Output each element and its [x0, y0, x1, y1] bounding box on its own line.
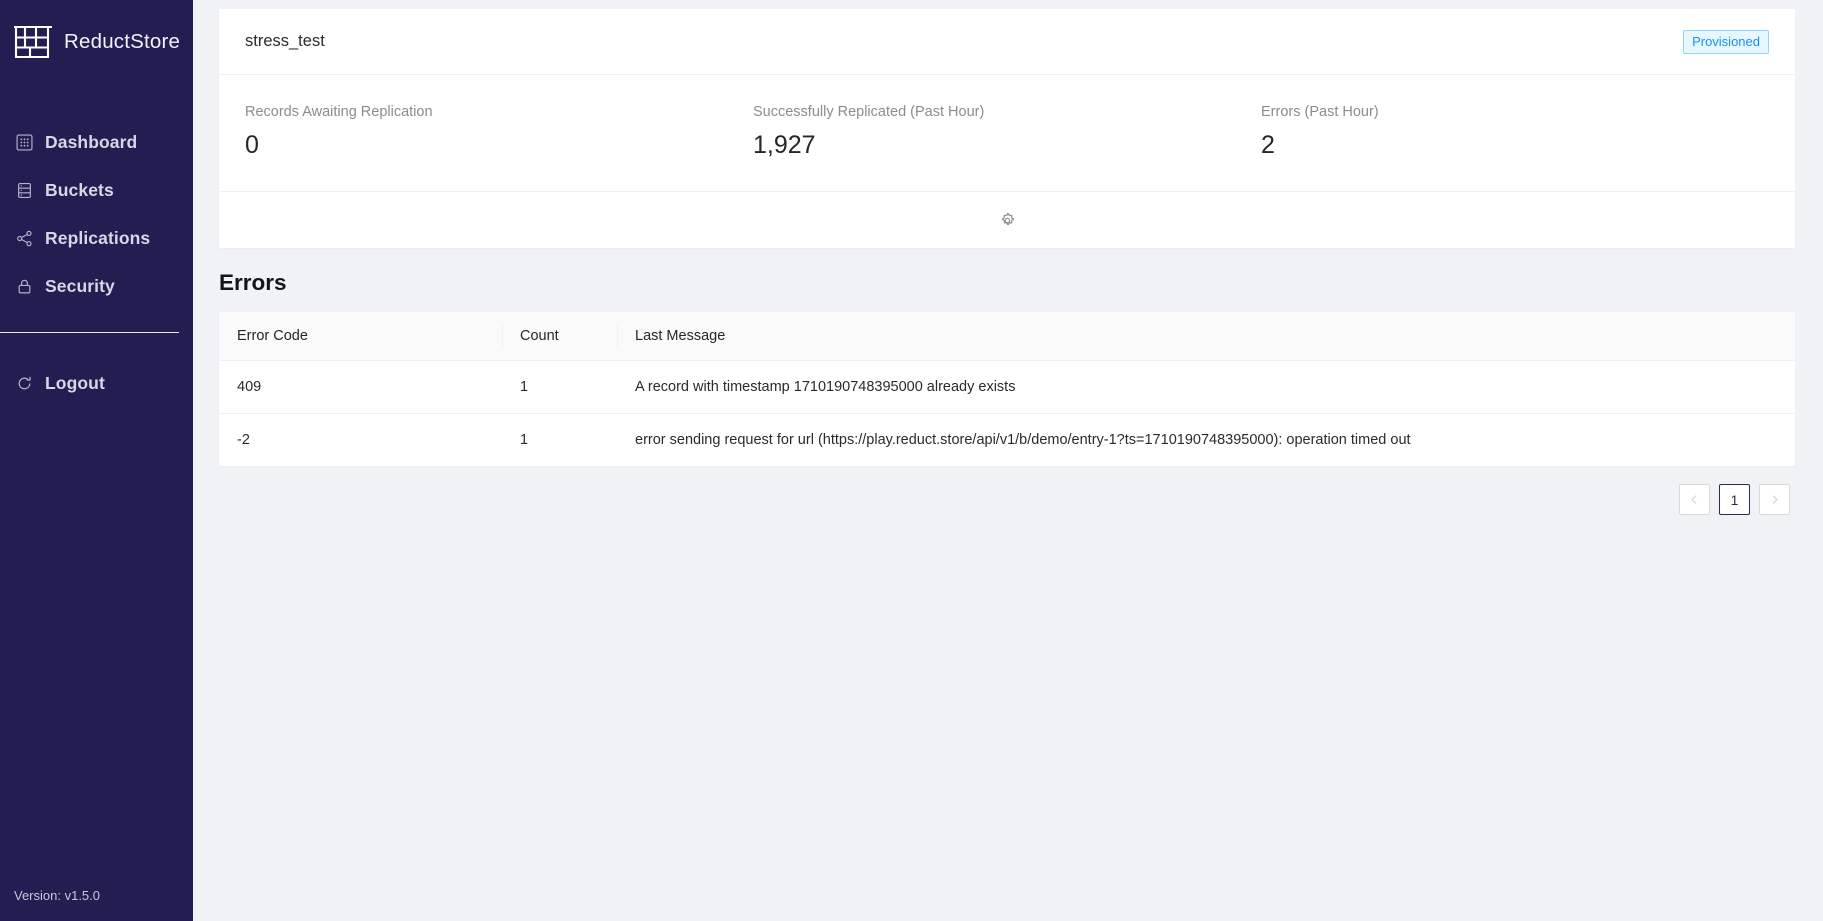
stat-errors-past-hour: Errors (Past Hour) 2 — [1261, 101, 1769, 161]
app-root: ReductStore Dashboard Buckets Replicatio… — [0, 0, 1823, 921]
share-nodes-icon — [16, 230, 33, 247]
table-row: 409 1 A record with timestamp 1710190748… — [219, 360, 1795, 414]
sidebar-divider — [0, 332, 179, 333]
gear-icon[interactable] — [996, 209, 1018, 231]
errors-table-head: Error Code Count Last Message — [219, 312, 1795, 361]
stats-row: Records Awaiting Replication 0 Successfu… — [219, 75, 1795, 192]
chevron-left-icon — [1689, 492, 1700, 508]
cell-last-message: error sending request for url (https://p… — [635, 432, 1411, 448]
errors-section-title: Errors — [219, 270, 287, 295]
errors-table-body: 409 1 A record with timestamp 1710190748… — [219, 360, 1795, 467]
stat-records-awaiting-replication: Records Awaiting Replication 0 — [245, 101, 753, 161]
shelf-rack-logo-icon — [12, 22, 54, 62]
replication-card: stress_test Provisioned Records Awaiting… — [219, 9, 1795, 248]
sidebar-item-buckets[interactable]: Buckets — [0, 166, 193, 214]
table-row: -2 1 error sending request for url (http… — [219, 414, 1795, 467]
table-header-row: Error Code Count Last Message — [219, 312, 1795, 361]
column-header-count: Count — [502, 312, 617, 361]
sidebar-item-label-logout: Logout — [45, 372, 105, 393]
sidebar-item-label-dashboard: Dashboard — [45, 131, 138, 152]
sidebar-item-label-security: Security — [45, 275, 115, 296]
stat-successfully-replicated: Successfully Replicated (Past Hour) 1,92… — [753, 101, 1261, 161]
stat-label: Errors (Past Hour) — [1261, 104, 1379, 120]
brand[interactable]: ReductStore — [0, 0, 193, 66]
chevron-right-icon — [1769, 492, 1780, 508]
sidebar-item-logout[interactable]: Logout — [0, 359, 193, 407]
stat-value: 1,927 — [753, 131, 816, 159]
cell-count: 1 — [502, 360, 617, 414]
pagination-prev-button[interactable] — [1679, 484, 1710, 515]
sidebar-item-replications[interactable]: Replications — [0, 214, 193, 262]
brand-name: ReductStore — [64, 30, 181, 53]
sidebar: ReductStore Dashboard Buckets Replicatio… — [0, 0, 193, 921]
errors-table-element: Error Code Count Last Message 409 1 A re… — [219, 312, 1795, 466]
logout-circle-icon — [16, 375, 33, 392]
pagination-page-1-button[interactable]: 1 — [1719, 484, 1750, 515]
cell-error-code: -2 — [237, 432, 250, 448]
lock-icon — [16, 278, 33, 295]
status-badge: Provisioned — [1683, 29, 1769, 54]
replication-card-header: stress_test Provisioned — [219, 9, 1795, 75]
stat-label: Records Awaiting Replication — [245, 104, 433, 120]
dashboard-grid-icon — [16, 133, 33, 151]
stat-value: 2 — [1261, 131, 1275, 159]
sidebar-item-label-replications: Replications — [45, 227, 151, 248]
stat-value: 0 — [245, 131, 259, 159]
cell-last-message: A record with timestamp 1710190748395000… — [617, 360, 1795, 414]
errors-table: Error Code Count Last Message 409 1 A re… — [219, 312, 1795, 466]
pagination-next-button[interactable] — [1759, 484, 1790, 515]
sidebar-item-security[interactable]: Security — [0, 262, 193, 310]
stat-label: Successfully Replicated (Past Hour) — [753, 104, 985, 120]
column-header-last-message: Last Message — [617, 312, 1795, 361]
sidebar-item-dashboard[interactable]: Dashboard — [0, 118, 193, 166]
replication-card-actions — [219, 192, 1795, 248]
page-title: stress_test — [245, 32, 325, 50]
version-label: Version: v1.5.0 — [14, 888, 100, 903]
sidebar-item-label-buckets: Buckets — [45, 179, 114, 200]
cell-count: 1 — [520, 432, 529, 448]
sidebar-nav: Dashboard Buckets Replications Security … — [0, 118, 193, 407]
main-content: stress_test Provisioned Records Awaiting… — [193, 0, 1823, 921]
database-icon — [16, 182, 33, 199]
pagination: 1 — [219, 466, 1795, 515]
column-header-error-code: Error Code — [219, 312, 502, 361]
cell-error-code: 409 — [219, 360, 502, 414]
